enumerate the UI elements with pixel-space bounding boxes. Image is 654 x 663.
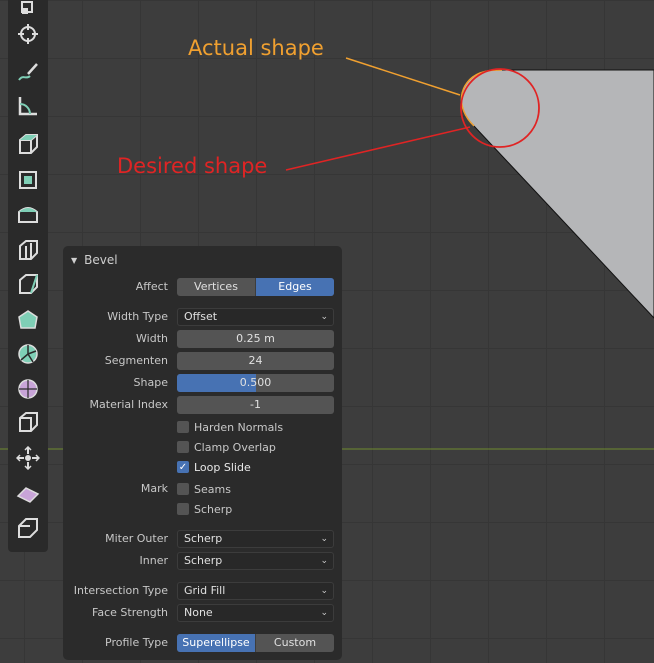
shape-label: Shape	[133, 376, 168, 389]
annotate-icon[interactable]	[12, 56, 44, 88]
add-cube-icon[interactable]	[12, 128, 44, 160]
width-field[interactable]: 0.25 m	[177, 330, 334, 348]
intersection-type-label: Intersection Type	[73, 584, 168, 597]
clamp-overlap-checkbox[interactable]: Clamp Overlap	[177, 439, 276, 455]
affect-toggle: Vertices Edges	[177, 278, 334, 296]
width-type-label: Width Type	[107, 310, 168, 323]
shape-value: 0.500	[239, 376, 272, 389]
extrude-region-icon[interactable]	[12, 164, 44, 196]
face-strength-dropdown[interactable]: None ⌄	[177, 604, 334, 622]
spin-icon[interactable]	[12, 406, 44, 438]
chevron-down-icon: ⌄	[320, 534, 328, 544]
material-index-field[interactable]: -1	[177, 396, 334, 414]
checkmark-icon: ✓	[177, 461, 189, 473]
miter-outer-dropdown[interactable]: Scherp ⌄	[177, 530, 334, 548]
affect-edges-option[interactable]: Edges	[255, 278, 334, 296]
chevron-down-icon: ⌄	[320, 556, 328, 566]
affect-vertices-option[interactable]: Vertices	[177, 278, 255, 296]
actual-shape-annotation: Actual shape	[188, 36, 324, 60]
miter-outer-label: Miter Outer	[105, 532, 168, 545]
profile-superellipse-option[interactable]: Superellipse	[177, 634, 255, 652]
harden-normals-box	[177, 421, 189, 433]
inner-label: Inner	[139, 554, 168, 567]
collapse-triangle-icon[interactable]: ▼	[71, 256, 77, 265]
segments-field[interactable]: 24	[177, 352, 334, 370]
chevron-down-icon: ⌄	[320, 312, 328, 322]
cursor-icon[interactable]	[12, 18, 44, 50]
face-strength-label: Face Strength	[92, 606, 168, 619]
sharp-label: Scherp	[194, 502, 233, 516]
extrude-manifold-icon[interactable]	[12, 198, 44, 230]
harden-normals-label: Harden Normals	[194, 420, 284, 434]
intersection-type-dropdown[interactable]: Grid Fill ⌄	[177, 582, 334, 600]
edge-slide-icon[interactable]	[12, 478, 44, 510]
bevel-panel: ▼ Bevel Affect Vertices Edges Width Type…	[63, 246, 342, 660]
chevron-down-icon: ⌄	[320, 586, 328, 596]
clamp-overlap-box	[177, 441, 189, 453]
profile-type-label: Profile Type	[105, 636, 168, 649]
segments-label: Segmenten	[104, 354, 168, 367]
chevron-down-icon: ⌄	[320, 608, 328, 618]
inner-value: Scherp	[184, 554, 223, 567]
clamp-overlap-label: Clamp Overlap	[194, 440, 276, 454]
smooth-icon[interactable]	[12, 442, 44, 474]
inner-dropdown[interactable]: Scherp ⌄	[177, 552, 334, 570]
bevel-panel-title: Bevel	[84, 253, 118, 267]
poly-build-icon[interactable]	[12, 372, 44, 404]
inset-faces-icon[interactable]	[12, 234, 44, 266]
loop-cut-icon[interactable]	[12, 304, 44, 336]
face-strength-value: None	[184, 606, 213, 619]
mark-label: Mark	[140, 482, 168, 495]
measure-icon[interactable]	[12, 90, 44, 122]
seams-box	[177, 483, 189, 495]
desired-shape-annotation: Desired shape	[117, 154, 268, 178]
loop-slide-checkbox[interactable]: ✓ Loop Slide	[177, 459, 251, 475]
width-type-dropdown[interactable]: Offset ⌄	[177, 308, 334, 326]
profile-custom-option[interactable]: Custom	[255, 634, 334, 652]
profile-type-toggle: Superellipse Custom	[177, 634, 334, 652]
knife-icon[interactable]	[12, 338, 44, 370]
bevel-icon[interactable]	[12, 268, 44, 300]
intersection-type-value: Grid Fill	[184, 584, 226, 597]
affect-label: Affect	[135, 280, 168, 293]
sharp-box	[177, 503, 189, 515]
harden-normals-checkbox[interactable]: Harden Normals	[177, 419, 283, 435]
sharp-checkbox[interactable]: Scherp	[177, 501, 232, 517]
miter-outer-value: Scherp	[184, 532, 223, 545]
bevel-panel-header[interactable]: ▼ Bevel	[71, 251, 118, 269]
material-index-label: Material Index	[89, 398, 168, 411]
actual-shape-pointer	[345, 57, 461, 96]
shrink-fatten-icon[interactable]	[12, 512, 44, 544]
tool-shelf	[8, 0, 48, 552]
mesh-face	[460, 69, 654, 319]
shape-slider[interactable]: 0.500	[177, 374, 334, 392]
seams-checkbox[interactable]: Seams	[177, 481, 231, 497]
width-type-value: Offset	[184, 310, 218, 323]
loop-slide-label: Loop Slide	[194, 460, 251, 474]
seams-label: Seams	[194, 482, 231, 496]
desired-shape-pointer	[285, 126, 471, 171]
width-label: Width	[136, 332, 168, 345]
